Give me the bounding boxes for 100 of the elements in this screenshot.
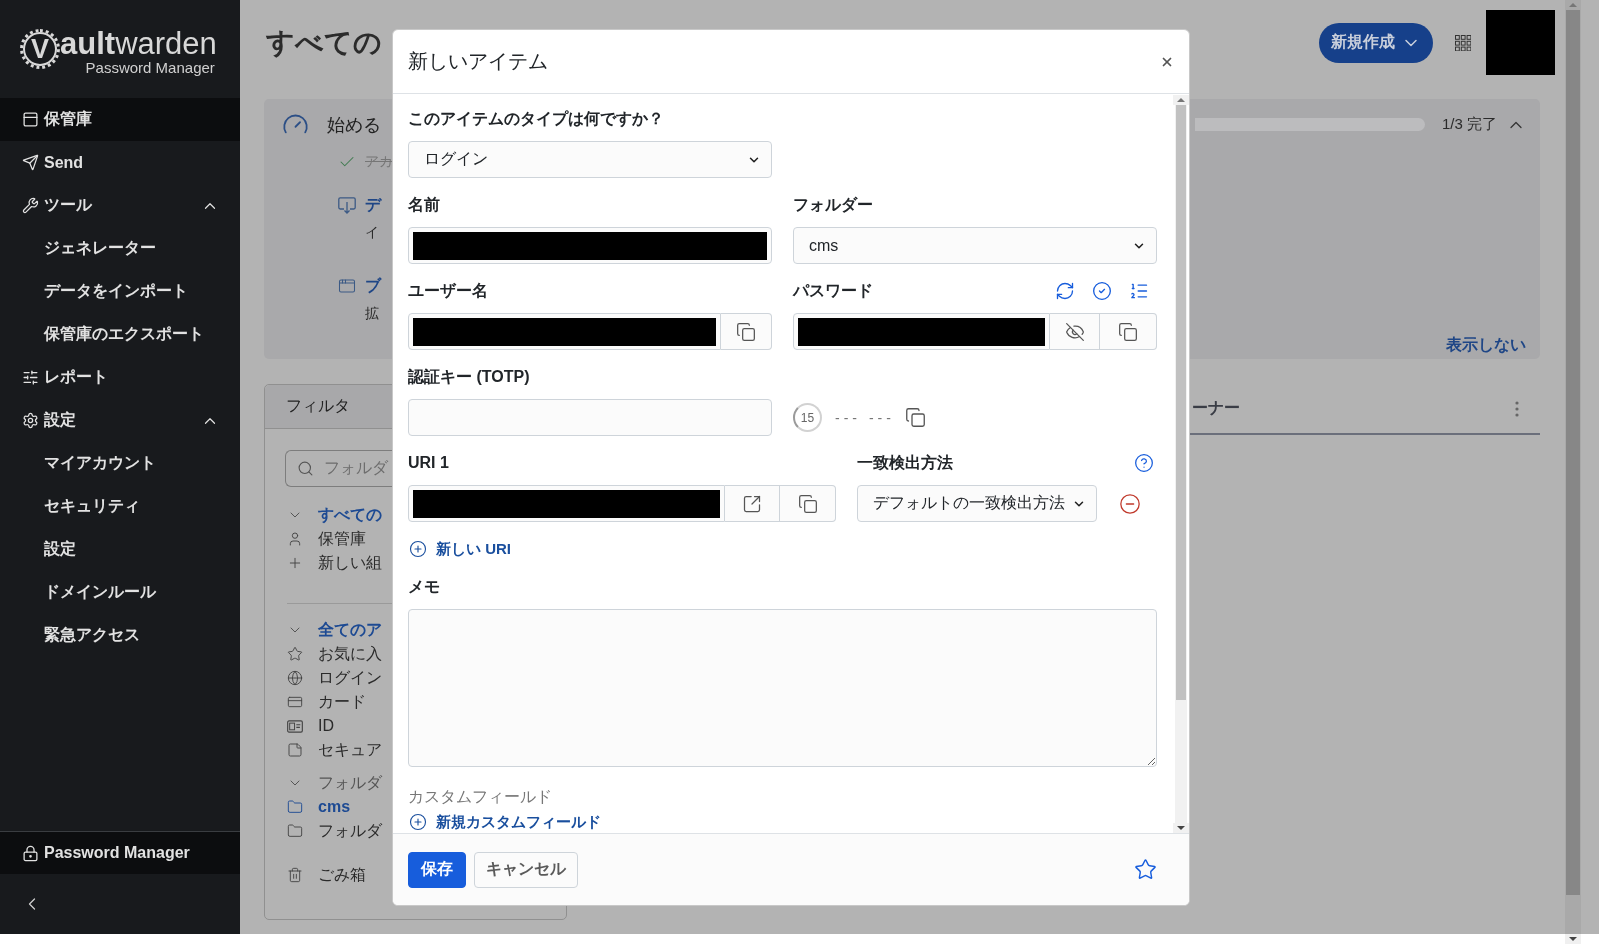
tree-item[interactable]: セキュア — [287, 738, 392, 762]
minus-circle-icon — [1119, 492, 1141, 515]
tree-item[interactable]: 新しい組 — [287, 551, 392, 575]
password-manager-item[interactable]: Password Manager — [0, 831, 240, 874]
folder-icon — [287, 799, 303, 815]
tree-item[interactable]: ログイン — [287, 666, 392, 690]
step-title[interactable]: デ — [365, 194, 393, 216]
folder-icon — [287, 823, 303, 839]
remove-button[interactable] — [1119, 492, 1141, 515]
check-circle-icon[interactable] — [1092, 281, 1112, 301]
nav-item[interactable]: ドメインルール — [0, 571, 240, 614]
new-custom-field-link[interactable]: 新規カスタムフィールド — [409, 811, 601, 833]
field-label: URI 1 — [408, 453, 449, 473]
more-options-button[interactable] — [1515, 400, 1519, 417]
tree-item[interactable]: 全てのア — [287, 618, 392, 642]
tree-item[interactable]: 保管庫 — [287, 527, 392, 551]
progress-text: 1/3 完了 — [1441, 115, 1497, 134]
trash-item[interactable]: ごみ箱 — [287, 863, 392, 887]
field-label: 認証キー (TOTP) — [408, 367, 530, 387]
star-icon — [287, 646, 303, 662]
nav-item[interactable]: データをインポート — [0, 270, 240, 313]
tree-item[interactable]: cms — [287, 795, 392, 819]
field-label: ユーザー名 — [408, 281, 488, 301]
nav-item[interactable]: Send — [0, 141, 240, 184]
tree-item[interactable]: ID — [287, 714, 392, 738]
totp-code: --- --- — [835, 409, 895, 426]
trash-icon — [287, 867, 303, 883]
monitor-download-icon — [338, 196, 356, 214]
lock-icon — [22, 844, 39, 862]
page-title: すべての — [266, 25, 382, 60]
field-label: パスワード — [793, 281, 873, 301]
field-label: 一致検出方法 — [857, 453, 953, 473]
nav-item[interactable]: ジェネレーター — [0, 227, 240, 270]
field-label: メモ — [408, 577, 440, 597]
new-uri-link[interactable]: 新しい URI — [409, 538, 511, 560]
nav-item[interactable]: マイアカウント — [0, 442, 240, 485]
item-type-select[interactable]: ログイン — [408, 141, 772, 178]
id-card-icon — [287, 719, 303, 733]
tree-item[interactable]: お気に入 — [287, 642, 392, 666]
step-title[interactable]: ブ — [365, 275, 393, 297]
copy-icon — [797, 493, 818, 514]
copy-icon — [904, 407, 926, 428]
external-link-icon — [742, 493, 762, 514]
nav-item[interactable]: 緊急アクセス — [0, 614, 240, 657]
totp-countdown: 15 — [793, 403, 822, 432]
nav-item[interactable]: 設定 — [0, 528, 240, 571]
nav-item[interactable]: レポート — [0, 356, 240, 399]
field-label: このアイテムのタイプは何ですか？ — [408, 109, 664, 129]
favorite-button[interactable] — [1134, 858, 1157, 881]
nav-item[interactable]: セキュリティ — [0, 485, 240, 528]
copy-button[interactable] — [721, 313, 772, 350]
logo-mark: V — [20, 29, 60, 69]
hide-link[interactable]: 表示しない — [1446, 334, 1526, 356]
column-header[interactable]: ーナー — [1192, 398, 1240, 419]
scrollbar-drawing[interactable] — [1175, 95, 1187, 833]
step-description: イ — [365, 223, 380, 242]
window-icon — [22, 111, 39, 128]
notes-field[interactable] — [408, 609, 1157, 767]
custom-fields-heading: カスタムフィールド — [408, 787, 552, 807]
match-detection-select[interactable]: デフォルトの一致検出方法 — [857, 485, 1097, 522]
nav-item[interactable]: 保管庫のエクスポート — [0, 313, 240, 356]
numbered-list-icon[interactable] — [1129, 281, 1149, 301]
totp-field[interactable] — [408, 399, 772, 436]
launch-button[interactable] — [725, 485, 780, 522]
tree-item[interactable]: フォルダ — [287, 771, 392, 795]
apps-grid-icon[interactable] — [1455, 34, 1471, 51]
field-label: 名前 — [408, 195, 440, 215]
refresh-icon[interactable] — [1055, 281, 1075, 301]
wrench-icon — [22, 197, 39, 214]
logo-subtitle: Password Manager — [85, 60, 215, 76]
nav-item[interactable]: 保管庫 — [0, 98, 240, 141]
visibility-toggle-button[interactable] — [1050, 313, 1100, 350]
globe-icon — [287, 670, 303, 686]
cancel-button[interactable]: キャンセル — [474, 851, 578, 888]
tree-item[interactable]: フォルダ — [287, 819, 392, 843]
nav-item[interactable]: 設定 — [0, 399, 240, 442]
tree-item[interactable]: すべての — [287, 503, 392, 527]
copy-button[interactable] — [780, 485, 836, 522]
copy-button[interactable] — [1100, 313, 1157, 350]
tree-item[interactable]: カード — [287, 690, 392, 714]
folder-select[interactable]: cms — [793, 227, 1157, 264]
more-options-icon — [1515, 400, 1519, 417]
plus-circle-icon — [409, 813, 427, 831]
nav-item[interactable]: ツール — [0, 184, 240, 227]
new-button[interactable]: 新規作成 — [1319, 22, 1433, 63]
help-icon[interactable] — [1134, 453, 1154, 473]
paper-plane-icon — [22, 154, 39, 171]
note-icon — [287, 742, 303, 758]
step-description: 拡 — [365, 304, 380, 323]
plus-icon — [287, 555, 303, 571]
copy-button[interactable] — [904, 407, 926, 428]
search-icon — [297, 460, 314, 477]
scrollbar-drawing[interactable] — [1565, 0, 1581, 944]
settings-icon — [22, 412, 39, 429]
field-label: フォルダー — [793, 195, 873, 215]
save-button[interactable]: 保存 — [408, 851, 466, 888]
getting-started-title: 始める — [327, 113, 381, 137]
eye-off-icon — [1064, 321, 1085, 342]
copy-icon — [1118, 321, 1138, 342]
copy-icon — [736, 321, 756, 342]
